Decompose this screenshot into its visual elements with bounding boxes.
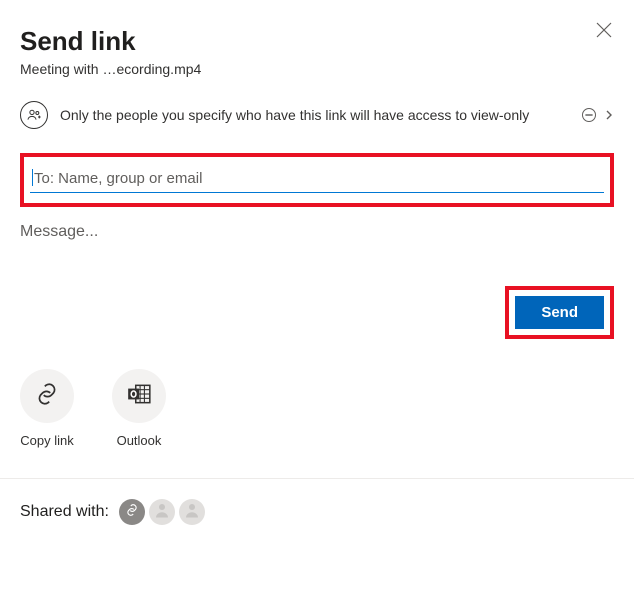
recipients-input[interactable] — [32, 169, 602, 188]
person-icon — [183, 501, 201, 524]
shared-person-avatar[interactable] — [149, 499, 175, 525]
recipients-input-wrap[interactable] — [30, 165, 604, 193]
recipients-highlight — [20, 153, 614, 207]
readonly-icon — [582, 108, 596, 122]
copy-link-action[interactable]: Copy link — [20, 369, 74, 448]
outlook-icon — [126, 381, 152, 412]
permission-text: Only the people you specify who have thi… — [60, 107, 570, 123]
permission-row[interactable]: Only the people you specify who have thi… — [20, 101, 614, 129]
shared-avatars — [119, 499, 205, 525]
shared-with-row: Shared with: — [0, 479, 634, 545]
shared-link-avatar[interactable] — [119, 499, 145, 525]
file-name: Meeting with …ecording.mp4 — [20, 61, 614, 77]
outlook-action[interactable]: Outlook — [112, 369, 166, 448]
text-cursor — [32, 169, 33, 186]
outlook-label: Outlook — [117, 433, 162, 448]
send-button[interactable]: Send — [515, 296, 604, 329]
shared-with-label: Shared with: — [20, 503, 109, 521]
chevron-right-icon — [604, 107, 614, 123]
copy-link-label: Copy link — [20, 433, 73, 448]
message-input[interactable] — [20, 223, 614, 241]
close-icon — [596, 25, 612, 42]
link-icon — [34, 381, 60, 412]
action-row: Copy link Outlook — [20, 369, 614, 448]
send-link-dialog: Send link Meeting with …ecording.mp4 Onl… — [0, 0, 634, 448]
dialog-title: Send link — [20, 26, 614, 57]
link-icon — [125, 503, 139, 522]
people-icon — [20, 101, 48, 129]
shared-person-avatar[interactable] — [179, 499, 205, 525]
close-button[interactable] — [596, 22, 612, 43]
send-highlight: Send — [505, 286, 614, 339]
person-icon — [153, 501, 171, 524]
